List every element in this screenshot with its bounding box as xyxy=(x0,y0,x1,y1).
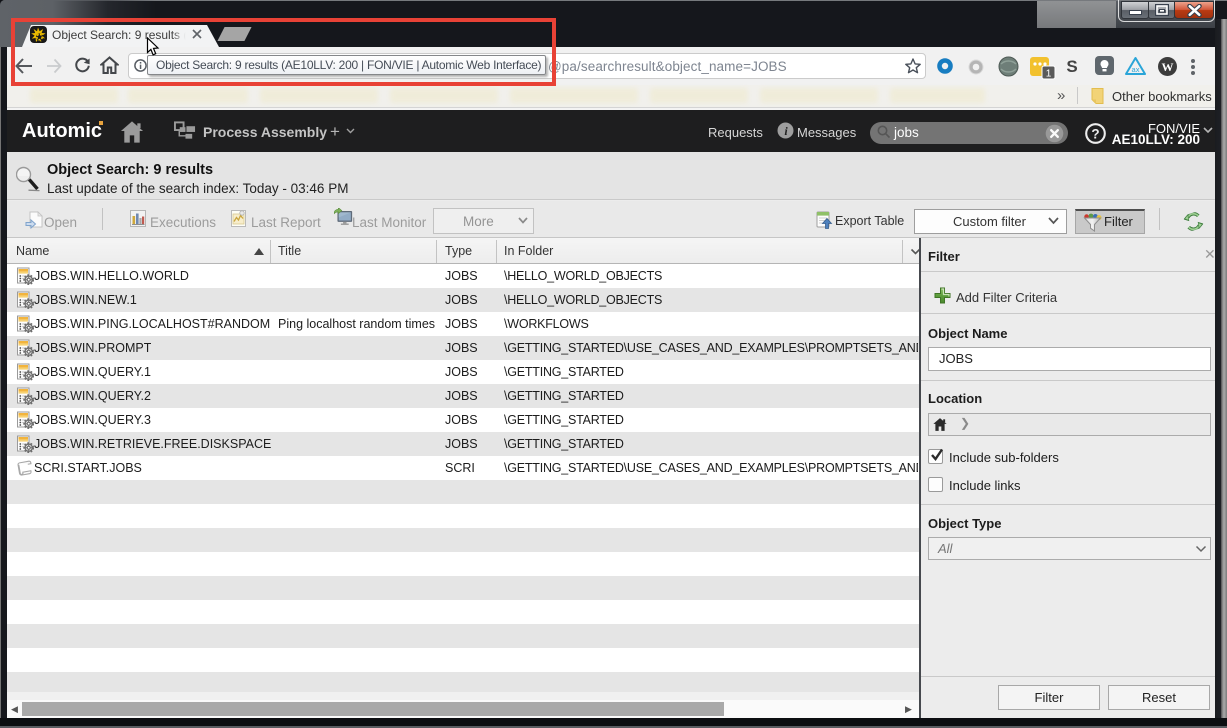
svg-text:?: ? xyxy=(1091,127,1099,142)
svg-text:W: W xyxy=(1162,60,1174,74)
svg-text:ax: ax xyxy=(1132,65,1140,74)
svg-text:1: 1 xyxy=(1046,69,1052,80)
svg-text:S: S xyxy=(1066,57,1077,76)
